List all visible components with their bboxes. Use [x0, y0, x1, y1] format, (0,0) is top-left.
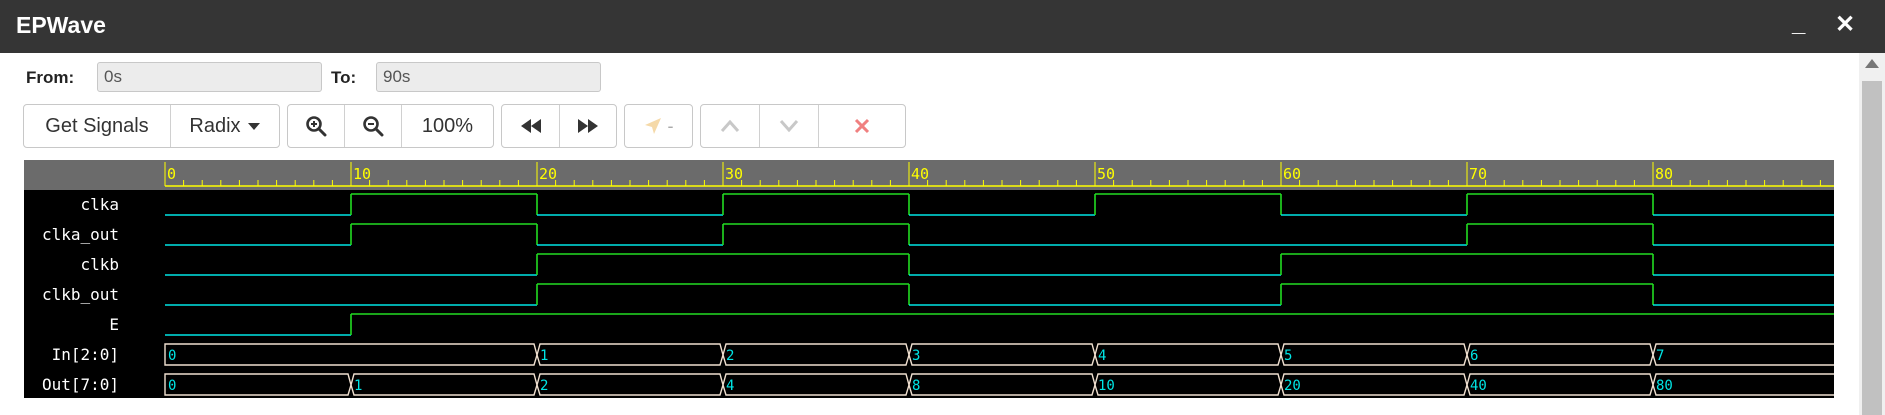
waveform-canvas[interactable]: 0 10 20 30 40 50 60 70 80clkaclka_outclkbclkb_ou…	[24, 160, 1834, 398]
signal-name: In[2:0]	[52, 345, 119, 364]
window-title: EPWave	[16, 12, 106, 38]
cursor-button-group: -	[624, 104, 693, 148]
bus-value: 4	[726, 378, 734, 394]
fast-forward-icon	[578, 119, 598, 133]
bus-segment	[1094, 343, 1282, 366]
ruler-tick-label: 60	[1283, 165, 1301, 183]
zoom-in-icon	[306, 116, 327, 137]
bus-value: 4	[1098, 348, 1106, 364]
bus-value: 40	[1470, 378, 1487, 394]
bus-segment	[536, 343, 724, 366]
ruler-tick-label: 0	[167, 165, 176, 183]
caret-down-icon	[247, 123, 260, 130]
bus-value: 2	[726, 348, 734, 364]
signal-name: clka_out	[42, 225, 119, 244]
bus-value: 1	[354, 378, 362, 394]
bus-segment	[722, 343, 910, 366]
signal-name: clkb	[80, 255, 119, 274]
bus-segment	[1466, 343, 1654, 366]
close-window-icon[interactable]: ✕	[1835, 10, 1855, 39]
signal-name: E	[109, 315, 119, 334]
scroll-up-icon[interactable]	[1865, 59, 1879, 68]
bus-value: 5	[1284, 348, 1292, 364]
bus-segment	[350, 373, 538, 396]
bus-segment	[1652, 343, 1834, 366]
window-title-bar: EPWave _ ✕	[0, 0, 1885, 53]
bus-segment	[1280, 373, 1468, 396]
bus-segment	[908, 373, 1096, 396]
bus-value: 20	[1284, 378, 1301, 394]
waveform-viewer[interactable]: 0 10 20 30 40 50 60 70 80 clka clka_out clkb clkb_ou…	[24, 160, 1834, 398]
close-icon	[854, 118, 870, 134]
cursor-button[interactable]: -	[625, 105, 692, 147]
bus-segment	[164, 373, 352, 396]
ruler-tick-label: 70	[1469, 165, 1487, 183]
zoom-level-button[interactable]: 100%	[402, 105, 493, 147]
vertical-scrollbar[interactable]	[1859, 53, 1885, 415]
ruler-tick-label: 50	[1097, 165, 1115, 183]
bus-segment	[536, 373, 724, 396]
signal-name: clkb_out	[42, 285, 119, 304]
get-signals-button[interactable]: Get Signals	[24, 105, 171, 147]
zoom-button-group: 100%	[287, 104, 494, 148]
ruler-tick-label: 30	[725, 165, 743, 183]
move-down-button[interactable]	[760, 105, 819, 147]
scrollbar-thumb[interactable]	[1862, 81, 1882, 415]
rewind-icon	[520, 119, 541, 133]
chevron-down-icon	[779, 120, 799, 133]
bus-segment	[908, 343, 1096, 366]
remove-signal-button[interactable]	[819, 105, 905, 147]
bus-value: 7	[1656, 348, 1664, 364]
bus-value: 3	[912, 348, 920, 364]
signals-button-group: Get Signals Radix	[23, 104, 280, 148]
ruler-tick-label: 80	[1655, 165, 1673, 183]
move-up-button[interactable]	[701, 105, 760, 147]
signal-name: clka	[80, 195, 119, 214]
bus-value: 80	[1656, 378, 1673, 394]
cursor-value: -	[667, 115, 674, 136]
radix-dropdown[interactable]: Radix	[171, 105, 279, 147]
ruler-tick-label: 10	[353, 165, 371, 183]
bus-segment	[1652, 373, 1834, 396]
bus-segment	[164, 343, 538, 366]
bus-value: 0	[168, 378, 176, 394]
bus-value: 1	[540, 348, 548, 364]
signal-edit-button-group	[700, 104, 906, 148]
to-input[interactable]	[376, 62, 601, 92]
bus-value: 8	[912, 378, 920, 394]
from-label: From:	[26, 68, 75, 87]
ruler-corner	[24, 160, 165, 190]
bus-value: 2	[540, 378, 548, 394]
bus-value: 6	[1470, 348, 1478, 364]
bus-value: 0	[168, 348, 176, 364]
bus-segment	[1280, 343, 1468, 366]
to-label: To:	[331, 68, 357, 87]
signal-name: Out[7:0]	[42, 375, 119, 394]
chevron-up-icon	[720, 119, 740, 132]
bus-value: 10	[1098, 378, 1115, 394]
radix-label: Radix	[189, 114, 241, 137]
rewind-button[interactable]	[502, 105, 560, 147]
navigation-button-group	[501, 104, 617, 148]
fast-forward-button[interactable]	[560, 105, 616, 147]
ruler-tick-label: 40	[911, 165, 929, 183]
bus-segment	[1466, 373, 1654, 396]
from-input[interactable]	[97, 62, 322, 92]
bus-segment	[722, 373, 910, 396]
ruler-tick-label: 20	[539, 165, 557, 183]
bus-segment	[1094, 373, 1282, 396]
zoom-in-button[interactable]	[288, 105, 345, 147]
cursor-arrow-icon	[644, 118, 661, 134]
zoom-out-button[interactable]	[345, 105, 402, 147]
minimize-icon[interactable]: _	[1792, 10, 1805, 38]
zoom-level: 100%	[421, 114, 474, 137]
zoom-out-icon	[363, 116, 384, 137]
get-signals-label: Get Signals	[45, 114, 149, 137]
